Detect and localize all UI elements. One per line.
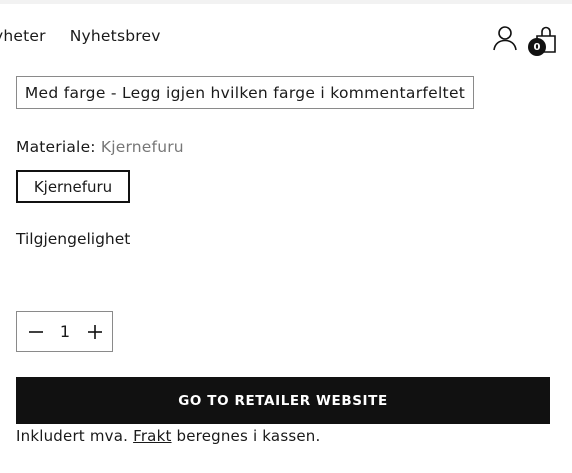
- variant-option-selected[interactable]: Med farge - Legg igjen hvilken farge i k…: [16, 76, 474, 109]
- quantity-stepper: 1: [16, 311, 113, 352]
- header-top-border: [0, 0, 572, 4]
- quantity-value[interactable]: 1: [55, 322, 75, 341]
- nav-item-nyhetsbrev[interactable]: Nyhetsbrev: [70, 27, 161, 45]
- availability-label: Tilgjengelighet: [16, 230, 131, 248]
- nav-item-nyheter[interactable]: yheter: [0, 27, 46, 45]
- account-icon[interactable]: [492, 24, 518, 52]
- shipping-link[interactable]: Frakt: [133, 427, 171, 445]
- go-to-retailer-button[interactable]: GO TO RETAILER WEBSITE: [16, 377, 550, 424]
- plus-icon[interactable]: [84, 321, 106, 343]
- tax-note-prefix: Inkludert mva.: [16, 427, 129, 445]
- material-option-kjernefuru[interactable]: Kjernefuru: [16, 170, 130, 203]
- tax-shipping-note: Inkludert mva. Frakt beregnes i kassen.: [16, 427, 320, 445]
- cart-count-badge: 0: [528, 38, 546, 56]
- tax-note-suffix: beregnes i kassen.: [176, 427, 321, 445]
- minus-icon[interactable]: [25, 321, 47, 343]
- main-nav: yheter Nyhetsbrev: [0, 27, 161, 45]
- material-label: Materiale: Kjernefuru: [16, 138, 184, 156]
- material-selected-value: Kjernefuru: [100, 138, 184, 156]
- material-label-text: Materiale:: [16, 138, 96, 156]
